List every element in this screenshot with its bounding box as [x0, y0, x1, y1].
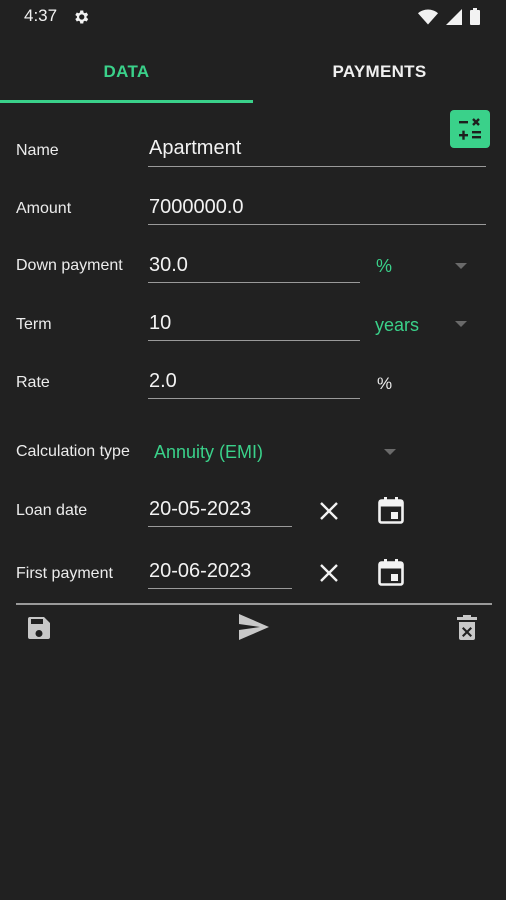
loan-date-input[interactable]: 20-05-2023: [149, 498, 251, 521]
down-payment-input[interactable]: 30.0: [149, 254, 188, 277]
tab-data[interactable]: DATA: [0, 62, 253, 82]
rate-input[interactable]: 2.0: [149, 370, 177, 393]
term-input[interactable]: 10: [149, 312, 171, 335]
calendar-icon[interactable]: [378, 497, 404, 529]
amount-input[interactable]: 7000000.0: [149, 196, 244, 219]
wifi-icon: [418, 9, 438, 30]
gear-icon: [72, 8, 90, 31]
name-input[interactable]: Apartment: [149, 137, 241, 160]
amount-underline: [148, 224, 486, 225]
signal-icon: [446, 8, 462, 30]
loan-date-label: Loan date: [16, 502, 88, 519]
down-payment-unit-select[interactable]: %: [376, 256, 392, 277]
term-label: Term: [16, 316, 52, 333]
loan-date-underline: [148, 526, 292, 527]
first-payment-input[interactable]: 20-06-2023: [149, 560, 251, 583]
rate-unit: %: [377, 374, 393, 393]
calculator-icon: [459, 118, 481, 140]
battery-icon: [470, 8, 480, 30]
down-payment-underline: [148, 282, 360, 283]
status-time: 4:37: [24, 6, 58, 25]
first-payment-label: First payment: [16, 565, 113, 582]
amount-label: Amount: [16, 200, 72, 217]
save-icon[interactable]: [27, 616, 51, 645]
name-label: Name: [16, 142, 59, 159]
divider: [16, 603, 492, 605]
calculation-type-label: Calculation type: [16, 443, 130, 460]
name-underline: [148, 166, 486, 167]
down-payment-label: Down payment: [16, 257, 123, 274]
calendar-icon[interactable]: [378, 559, 404, 591]
chevron-down-icon[interactable]: [455, 321, 467, 327]
rate-label: Rate: [16, 374, 50, 391]
first-payment-underline: [148, 588, 292, 589]
term-underline: [148, 340, 360, 341]
rate-underline: [148, 398, 360, 399]
calculation-type-select[interactable]: Annuity (EMI): [154, 442, 263, 463]
chevron-down-icon[interactable]: [384, 449, 396, 455]
tab-payments[interactable]: PAYMENTS: [253, 62, 506, 82]
calculate-button[interactable]: [450, 110, 490, 148]
term-unit-select[interactable]: years: [375, 315, 419, 336]
close-icon[interactable]: [318, 562, 340, 589]
tab-indicator: [0, 100, 253, 103]
chevron-down-icon[interactable]: [455, 263, 467, 269]
close-icon[interactable]: [318, 500, 340, 527]
delete-icon[interactable]: [457, 615, 477, 645]
send-icon[interactable]: [239, 614, 269, 645]
status-icons: [418, 8, 480, 30]
